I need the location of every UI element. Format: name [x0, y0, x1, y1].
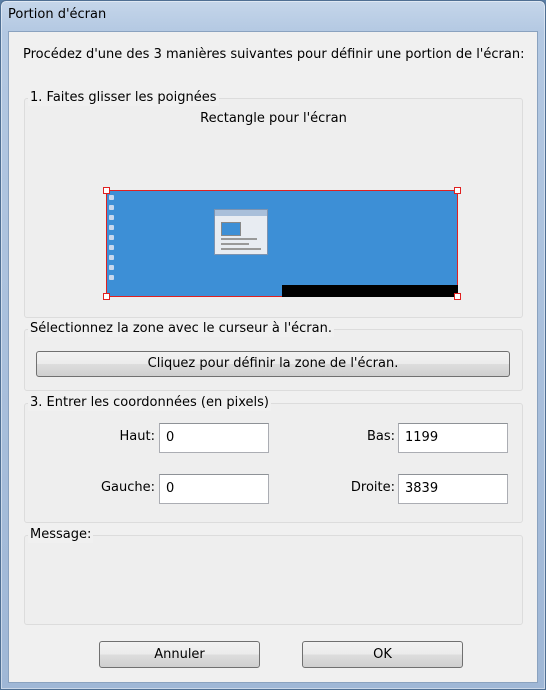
cursor-select-legend: Sélectionnez la zone avec le curseur à l…	[28, 321, 334, 337]
droite-label: Droite:	[350, 480, 395, 495]
ok-button[interactable]: OK	[302, 641, 463, 668]
title-bar[interactable]: Portion d'écran	[1, 1, 545, 29]
resize-handle-bottom-left[interactable]	[103, 293, 110, 300]
cancel-button[interactable]: Annuler	[99, 641, 260, 668]
cursor-select-group: Sélectionnez la zone avec le curseur à l…	[24, 321, 523, 391]
gauche-label: Gauche:	[100, 480, 155, 495]
message-group: Message:	[24, 527, 523, 625]
resize-handle-top-left[interactable]	[103, 187, 110, 194]
coordinates-group: 3. Entrer les coordonnées (en pixels) Ha…	[24, 395, 523, 523]
preview-black-area	[282, 285, 458, 297]
dialog-window: Portion d'écran Procédez d'une des 3 man…	[0, 0, 546, 690]
desktop-icons	[109, 195, 115, 285]
resize-handle-bottom-right[interactable]	[454, 293, 461, 300]
haut-label: Haut:	[119, 429, 155, 444]
haut-input[interactable]: 0	[159, 423, 269, 453]
window-title: Portion d'écran	[8, 7, 107, 22]
screen-preview-rectangle[interactable]	[103, 187, 461, 300]
coordinates-legend: 3. Entrer les coordonnées (en pixels)	[28, 395, 271, 411]
drag-handles-group: 1. Faites glisser les poignées Rectangle…	[24, 90, 523, 318]
preview-dialog-thumbnail	[214, 209, 268, 255]
droite-input[interactable]: 3839	[398, 474, 508, 504]
dialog-client-area: Procédez d'une des 3 manières suivantes …	[8, 31, 538, 683]
intro-text: Procédez d'une des 3 manières suivantes …	[23, 47, 525, 62]
bas-input[interactable]: 1199	[398, 423, 508, 453]
bas-label: Bas:	[366, 429, 395, 444]
drag-handles-legend: 1. Faites glisser les poignées	[28, 90, 219, 106]
resize-handle-top-right[interactable]	[454, 187, 461, 194]
gauche-input[interactable]: 0	[159, 474, 269, 504]
define-screen-zone-button[interactable]: Cliquez pour définir la zone de l'écran.	[36, 351, 510, 377]
screen-rectangle-caption: Rectangle pour l'écran	[200, 111, 347, 126]
message-legend: Message:	[28, 527, 94, 543]
